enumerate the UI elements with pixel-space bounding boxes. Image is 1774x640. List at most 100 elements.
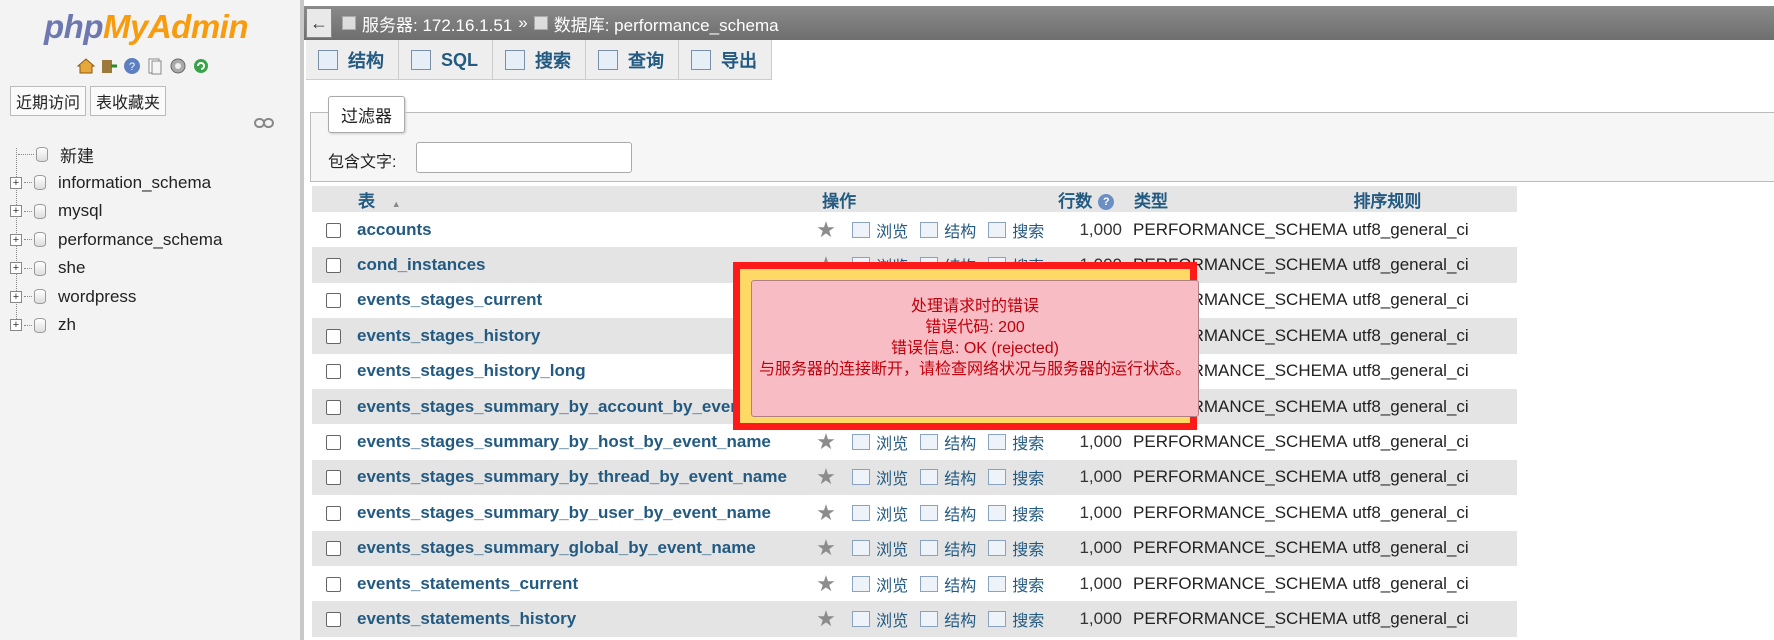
favorite-tables-tab[interactable]: 表收藏夹 — [90, 86, 167, 116]
expand-icon[interactable]: + — [10, 319, 22, 332]
link-icon[interactable] — [254, 117, 274, 129]
search-link[interactable]: 搜索 — [1012, 572, 1044, 596]
table-row: events_stages_summary_global_by_event_na… — [312, 530, 1517, 566]
expand-icon[interactable]: + — [10, 176, 22, 189]
structure-link[interactable]: 结构 — [944, 465, 976, 489]
search-link[interactable]: 搜索 — [1012, 465, 1044, 489]
row-checkbox[interactable] — [326, 470, 341, 486]
row-checkbox[interactable] — [326, 541, 341, 557]
row-checkbox[interactable] — [326, 364, 341, 380]
tree-item-information-schema[interactable]: + information_schema — [10, 169, 222, 198]
collapse-nav-button[interactable]: ← — [306, 8, 332, 38]
browse-link[interactable]: 浏览 — [876, 430, 908, 454]
table-name-link[interactable]: events_stages_summary_by_host_by_event_n… — [357, 432, 771, 451]
structure-link[interactable]: 结构 — [944, 430, 976, 454]
table-name-link[interactable]: events_stages_history — [357, 326, 540, 345]
tree-item-zh[interactable]: + zh — [10, 311, 222, 340]
collation: utf8_general_ci — [1347, 353, 1517, 389]
tree-item-new[interactable]: 新建 — [10, 140, 222, 169]
structure-link[interactable]: 结构 — [944, 501, 976, 525]
favorite-star-icon[interactable]: ★ — [816, 571, 852, 597]
browse-link[interactable]: 浏览 — [876, 572, 908, 596]
expand-icon[interactable]: + — [10, 205, 22, 218]
table-name-link[interactable]: events_stages_current — [357, 290, 542, 309]
tree-item-performance-schema[interactable]: + performance_schema — [10, 226, 222, 255]
table-name-link[interactable]: events_stages_summary_by_user_by_event_n… — [357, 503, 771, 522]
table-name-link[interactable]: cond_instances — [357, 255, 486, 274]
database-icon — [34, 317, 46, 333]
docs-icon[interactable] — [145, 56, 165, 76]
row-checkbox[interactable] — [326, 293, 341, 309]
tab-export[interactable]: 导出 — [679, 40, 773, 80]
tree-item-she[interactable]: + she — [10, 254, 222, 283]
search-link[interactable]: 搜索 — [1012, 218, 1044, 242]
tab-search[interactable]: 搜索 — [493, 40, 587, 80]
search-link[interactable]: 搜索 — [1012, 501, 1044, 525]
collation: utf8_general_ci — [1347, 212, 1517, 248]
recent-tables-tab[interactable]: 近期访问 — [10, 86, 87, 116]
table-name-link[interactable]: accounts — [357, 220, 432, 239]
browse-link[interactable]: 浏览 — [876, 607, 908, 631]
row-checkbox[interactable] — [326, 399, 341, 415]
row-checkbox[interactable] — [326, 435, 341, 451]
structure-icon — [920, 434, 939, 451]
tree-item-mysql[interactable]: + mysql — [10, 197, 222, 226]
expand-icon[interactable]: + — [10, 290, 22, 303]
reload-icon[interactable] — [191, 56, 211, 76]
column-header-table[interactable]: 表 ▲ — [312, 186, 817, 212]
favorite-star-icon[interactable]: ★ — [816, 500, 852, 526]
error-title: 处理请求时的错误 — [910, 298, 1039, 315]
phpmyadmin-logo[interactable]: phpMyAdmin — [44, 8, 248, 46]
table-name-link[interactable]: events_statements_history — [357, 609, 576, 628]
favorite-star-icon[interactable]: ★ — [816, 535, 852, 561]
error-message: 处理请求时的错误 错误代码: 200 错误信息: OK (rejected) 与… — [751, 280, 1199, 417]
browse-icon — [852, 575, 871, 592]
tab-sql[interactable]: SQL — [399, 40, 494, 80]
settings-icon[interactable] — [168, 56, 188, 76]
exit-icon[interactable] — [99, 56, 119, 76]
sort-ascending-icon: ▲ — [391, 198, 401, 209]
tree-item-wordpress[interactable]: + wordpress — [10, 283, 222, 312]
favorite-star-icon[interactable]: ★ — [816, 217, 852, 243]
tab-structure[interactable]: 结构 — [306, 40, 399, 80]
help-icon[interactable]: ? — [122, 56, 142, 76]
favorite-star-icon[interactable]: ★ — [816, 464, 852, 490]
home-icon[interactable] — [76, 56, 96, 76]
expand-icon[interactable]: + — [10, 262, 22, 275]
row-checkbox[interactable] — [326, 612, 341, 627]
search-link[interactable]: 搜索 — [1012, 430, 1044, 454]
structure-link[interactable]: 结构 — [944, 572, 976, 596]
row-checkbox[interactable] — [326, 328, 341, 344]
structure-icon — [920, 575, 939, 592]
table-name-link[interactable]: events_stages_summary_by_thread_by_event… — [357, 467, 787, 486]
favorite-star-icon[interactable]: ★ — [816, 429, 852, 455]
search-icon — [988, 540, 1007, 557]
table-name-link[interactable]: events_stages_summary_global_by_event_na… — [357, 538, 756, 557]
help-icon[interactable]: ? — [1098, 194, 1115, 211]
structure-icon — [920, 504, 939, 521]
table-name-link[interactable]: events_statements_current — [357, 574, 578, 593]
row-checkbox[interactable] — [326, 505, 341, 521]
row-checkbox[interactable] — [326, 222, 341, 238]
favorite-star-icon[interactable]: ★ — [816, 606, 852, 632]
filter-input[interactable] — [416, 142, 632, 173]
browse-link[interactable]: 浏览 — [876, 465, 908, 489]
expand-icon[interactable]: + — [10, 233, 22, 246]
breadcrumb-database[interactable]: 数据库: performance_schema — [554, 11, 779, 36]
collation: utf8_general_ci — [1347, 459, 1517, 496]
browse-link[interactable]: 浏览 — [876, 536, 908, 560]
tab-query[interactable]: 查询 — [586, 40, 680, 80]
structure-link[interactable]: 结构 — [944, 607, 976, 631]
browse-icon — [852, 610, 871, 627]
structure-link[interactable]: 结构 — [944, 218, 976, 242]
column-header-type: 类型 — [1128, 186, 1348, 212]
breadcrumb-server[interactable]: 服务器: 172.16.1.51 — [362, 11, 512, 36]
browse-link[interactable]: 浏览 — [876, 218, 908, 242]
row-checkbox[interactable] — [326, 576, 341, 592]
search-link[interactable]: 搜索 — [1012, 536, 1044, 560]
browse-link[interactable]: 浏览 — [876, 501, 908, 525]
table-name-link[interactable]: events_stages_history_long — [357, 361, 586, 380]
search-link[interactable]: 搜索 — [1012, 607, 1044, 631]
structure-link[interactable]: 结构 — [944, 536, 976, 560]
row-checkbox[interactable] — [326, 258, 341, 274]
